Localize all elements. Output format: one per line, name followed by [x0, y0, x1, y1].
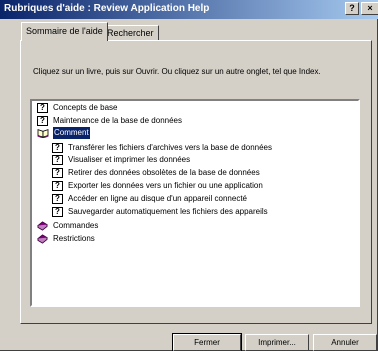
tab-contents-label: Sommaire de l'aide	[26, 26, 103, 36]
help-page-icon	[37, 116, 48, 126]
help-page-icon	[52, 207, 63, 217]
help-page-icon	[52, 155, 63, 165]
open-book-icon	[37, 129, 49, 138]
tree-item-label: Restrictions	[53, 234, 95, 243]
help-page-icon	[37, 103, 48, 113]
closed-book-icon	[37, 234, 48, 244]
cancel-button[interactable]: Annuler	[313, 334, 377, 351]
tree-item-label: Maintenance de la base de données	[53, 116, 182, 125]
tab-search-label: Rechercher	[107, 28, 154, 38]
tree-item-label: Transférer les fichiers d'archives vers …	[68, 143, 272, 152]
tab-contents[interactable]: Sommaire de l'aide	[21, 22, 108, 41]
tree-item-label: Exporter les données vers un fichier ou …	[68, 181, 263, 190]
tree-item-label: Comment	[53, 127, 90, 139]
help-page-icon	[52, 194, 63, 204]
window-title: Rubriques d'aide : Review Application He…	[4, 3, 210, 14]
tree-item-label: Visualiser et imprimer les données	[68, 155, 191, 164]
help-icon-button[interactable]: ?	[345, 2, 359, 15]
help-page-icon	[52, 181, 63, 191]
tree-item-label: Sauvegarder automatiquement les fichiers…	[68, 207, 268, 216]
title-bar[interactable]: Rubriques d'aide : Review Application He…	[0, 0, 378, 19]
close-icon-button[interactable]: ×	[361, 2, 378, 15]
instructions-text: Cliquez sur un livre, puis sur Ouvrir. O…	[33, 67, 321, 76]
help-page-icon	[52, 168, 63, 178]
print-button[interactable]: Imprimer...	[245, 334, 309, 351]
topics-tree[interactable]: Concepts de base Maintenance de la base …	[30, 99, 360, 307]
close-button[interactable]: Fermer	[172, 333, 242, 351]
help-page-icon	[52, 143, 63, 153]
help-topics-window: Rubriques d'aide : Review Application He…	[0, 0, 378, 351]
closed-book-icon	[37, 221, 48, 231]
tree-item-label: Commandes	[53, 221, 99, 230]
tab-search[interactable]: Rechercher	[102, 25, 159, 41]
tree-item-label: Retirer des données obsolètes de la base…	[68, 168, 260, 177]
tree-item-label: Accéder en ligne au disque d'un appareil…	[68, 194, 247, 203]
tree-item-label: Concepts de base	[53, 103, 118, 112]
